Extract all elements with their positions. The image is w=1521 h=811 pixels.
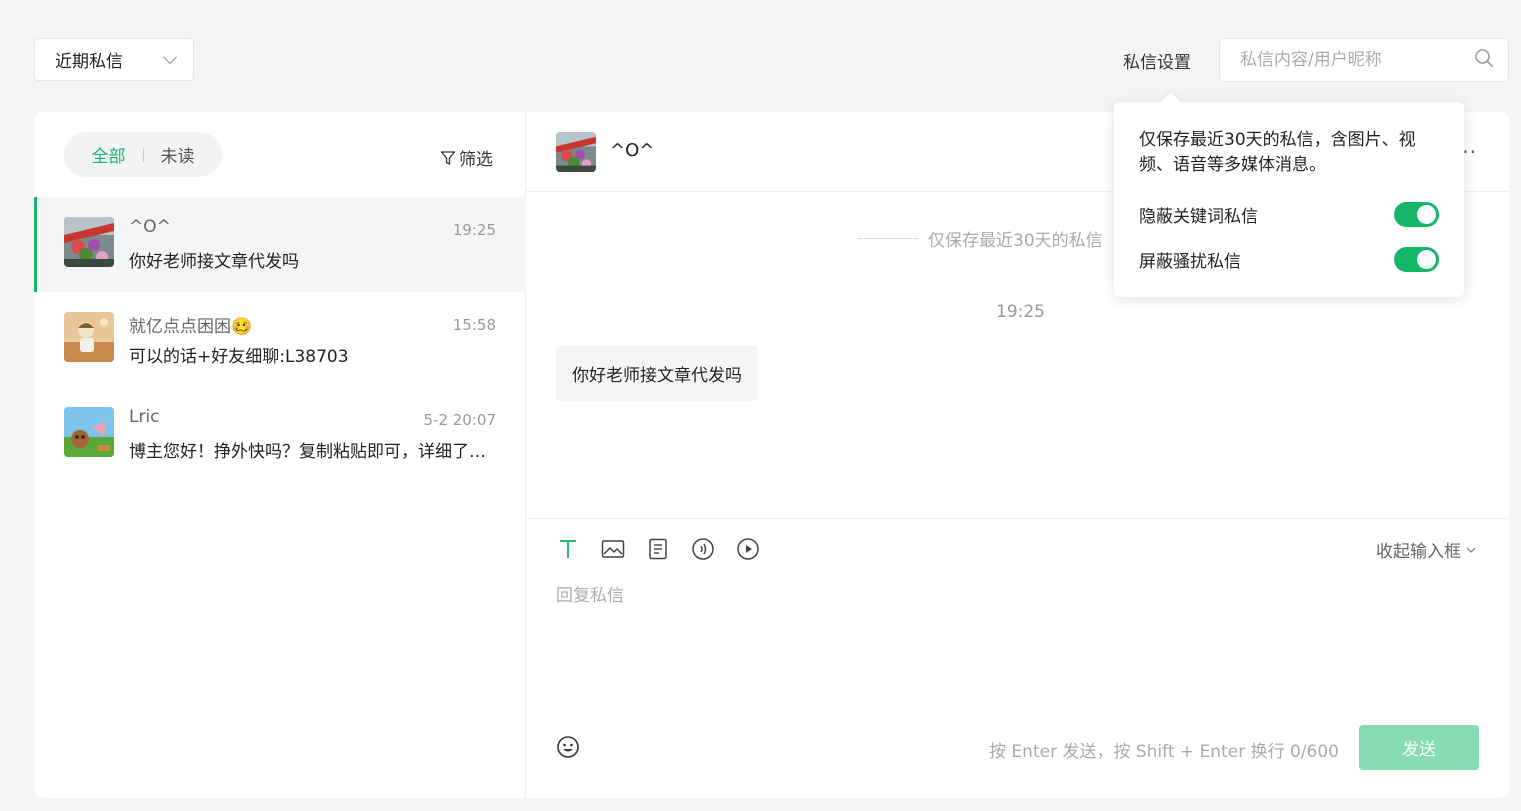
search-icon[interactable]	[1474, 48, 1494, 72]
hide-keyword-toggle[interactable]	[1394, 202, 1439, 227]
conversation-range-value: 近期私信	[55, 52, 123, 72]
audio-icon[interactable]	[691, 537, 715, 561]
conversation-name: Lric	[129, 407, 160, 427]
avatar	[64, 312, 114, 362]
avatar	[64, 407, 114, 457]
divider	[858, 238, 918, 239]
conversation-time: 5-2 20:07	[423, 411, 497, 429]
chevron-down-icon	[1466, 547, 1476, 553]
block-harassment-toggle[interactable]	[1394, 247, 1439, 272]
collapse-input-button[interactable]: 收起输入框	[1376, 537, 1477, 562]
conversation-item[interactable]: ^O^ 19:25 你好老师接文章代发吗	[34, 197, 526, 292]
video-icon[interactable]	[736, 537, 760, 561]
tab-divider	[142, 147, 144, 162]
conversation-preview: 可以的话+好友细聊:L38703	[129, 347, 349, 367]
retention-notice: 仅保存最近30天的私信	[858, 226, 1103, 251]
article-icon[interactable]	[646, 537, 670, 561]
setting-block-harassment: 屏蔽骚扰私信	[1139, 247, 1439, 272]
emoji-icon[interactable]	[556, 735, 580, 759]
conversation-time: 15:58	[452, 316, 496, 334]
conversation-name: 就亿点点困困🥴	[129, 317, 253, 337]
reply-toolbar	[556, 537, 760, 561]
conversation-preview: 博主您好！挣外快吗？复制粘贴即可，详细了解请加好友	[129, 442, 489, 462]
reply-area: 收起输入框 按 Enter 发送，按 Shift + Enter 换行 0/60…	[526, 518, 1509, 798]
filter-label: 筛选	[459, 150, 493, 170]
send-button[interactable]: 发送	[1359, 725, 1479, 770]
tab-all[interactable]: 全部	[92, 142, 126, 167]
conversation-item[interactable]: 就亿点点困困🥴 15:58 可以的话+好友细聊:L38703	[34, 292, 526, 387]
conversation-list-pane: 全部 未读 筛选 ^O^ 19:25 你好老师接文章代发吗 就亿点点困困🥴 15…	[34, 112, 526, 798]
chat-contact-name: ^O^	[610, 140, 655, 161]
search-box	[1219, 38, 1509, 82]
send-hint: 按 Enter 发送，按 Shift + Enter 换行 0/600	[989, 742, 1339, 762]
avatar[interactable]	[556, 132, 596, 172]
avatar	[64, 217, 114, 267]
chevron-down-icon	[162, 49, 178, 64]
filter-button[interactable]: 筛选	[440, 145, 493, 170]
conversation-preview: 你好老师接文章代发吗	[129, 252, 299, 272]
message-bubble: 你好老师接文章代发吗	[556, 346, 758, 401]
tab-unread[interactable]: 未读	[161, 142, 195, 167]
filter-tabs: 全部 未读	[64, 132, 222, 177]
message-settings-link[interactable]: 私信设置	[1123, 48, 1191, 73]
search-input[interactable]	[1240, 50, 1474, 70]
popover-description: 仅保存最近30天的私信，含图片、视频、语音等多媒体消息。	[1139, 130, 1416, 175]
funnel-icon	[440, 150, 456, 165]
conversation-range-select[interactable]: 近期私信	[34, 38, 194, 81]
setting-label: 隐蔽关键词私信	[1139, 207, 1258, 227]
collapse-input-label: 收起输入框	[1376, 542, 1461, 562]
text-format-icon[interactable]	[556, 537, 580, 561]
conversation-name: ^O^	[129, 217, 171, 237]
image-icon[interactable]	[601, 537, 625, 561]
conversation-item[interactable]: Lric 5-2 20:07 博主您好！挣外快吗？复制粘贴即可，详细了解请加好友	[34, 387, 526, 482]
conversation-time: 19:25	[452, 221, 496, 239]
setting-hide-keyword-messages: 隐蔽关键词私信	[1139, 202, 1439, 227]
retention-notice-text: 仅保存最近30天的私信	[928, 231, 1103, 251]
reply-input[interactable]	[556, 581, 1476, 711]
setting-label: 屏蔽骚扰私信	[1139, 252, 1241, 272]
message-settings-popover: 仅保存最近30天的私信，含图片、视频、语音等多媒体消息。 隐蔽关键词私信 屏蔽骚…	[1114, 102, 1464, 297]
message-timestamp: 19:25	[996, 302, 1045, 322]
